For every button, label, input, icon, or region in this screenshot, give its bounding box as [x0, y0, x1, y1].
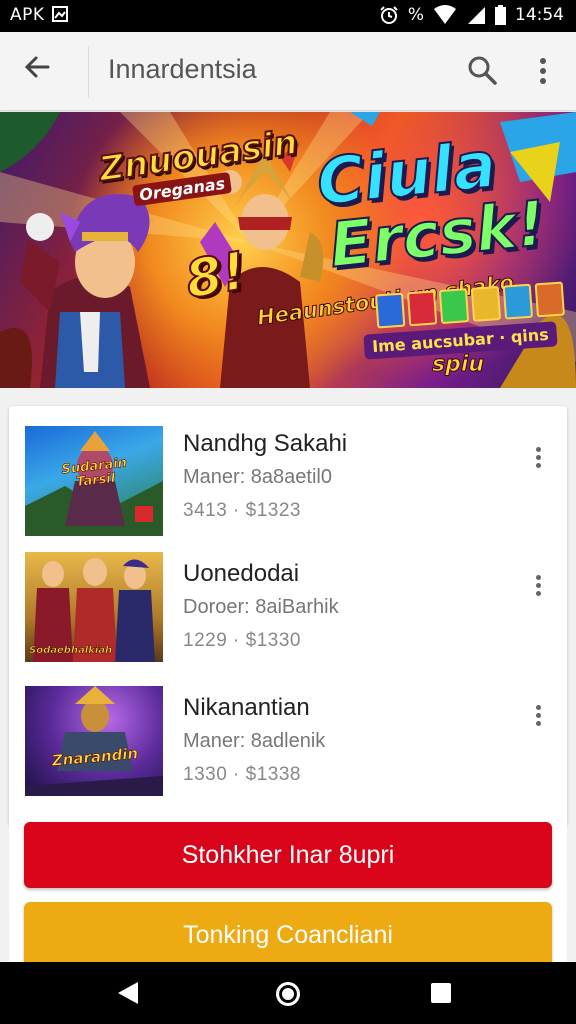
- nav-back-icon[interactable]: [118, 982, 138, 1004]
- status-percent: %: [407, 5, 424, 25]
- list-item[interactable]: Sodaebhalkiah Uonedodai Doroer: 8aiBarhi…: [9, 546, 567, 676]
- signal-icon: [468, 7, 485, 24]
- system-nav-bar: [0, 962, 576, 1024]
- list-item[interactable]: Sudarain Tarsil Nandhg Sakahi Maner: 8a8…: [9, 416, 567, 546]
- hero-left: [20, 194, 150, 388]
- primary-action-button[interactable]: Stohkher Inar 8upri: [24, 822, 552, 888]
- app-bar: Innardentsia: [0, 32, 576, 110]
- list-item[interactable]: Znarandin Nikanantian Maner: 8adlenik 13…: [9, 678, 567, 808]
- banner-tag-small: spiu: [431, 352, 485, 378]
- item-title: Uonedodai: [183, 560, 300, 587]
- nav-recents-icon[interactable]: [431, 983, 451, 1003]
- search-icon[interactable]: [466, 54, 500, 88]
- wifi-icon: [434, 5, 456, 24]
- banner-title: Ciula Ercsk!: [313, 127, 550, 282]
- alarm-icon: [380, 6, 398, 24]
- nav-home-icon[interactable]: [276, 982, 300, 1006]
- item-meta: 1229 · $1330: [183, 630, 301, 651]
- item-meta: 1330 · $1338: [183, 764, 301, 785]
- item-thumbnail: Sudarain Tarsil: [25, 426, 163, 536]
- banner-thumb: [534, 281, 565, 318]
- app-bar-divider: [88, 46, 89, 98]
- more-vert-icon[interactable]: [528, 54, 558, 88]
- status-right: % 14:54: [379, 5, 564, 25]
- banner-thumb: [438, 288, 470, 325]
- status-left: APK: [10, 5, 69, 25]
- search-glyph: [468, 56, 497, 85]
- banner-number: 8!: [180, 240, 251, 311]
- item-title: Nandhg Sakahi: [183, 430, 348, 457]
- image-icon: [52, 6, 69, 22]
- status-time: 14:54: [515, 5, 564, 25]
- more-vert-icon[interactable]: [527, 702, 549, 732]
- item-thumbnail: Sodaebhalkiah: [25, 552, 163, 662]
- more-vert-icon[interactable]: [527, 444, 549, 474]
- status-app-label: APK: [10, 5, 45, 25]
- page-title: Innardentsia: [108, 54, 257, 84]
- banner-thumb: [375, 292, 406, 329]
- item-title: Nikanantian: [183, 694, 310, 721]
- item-meta: 3413 · $1323: [183, 500, 301, 521]
- item-thumbnail: Znarandin: [25, 686, 163, 796]
- banner-thumb: [502, 283, 534, 320]
- promo-banner[interactable]: Znuouasin Oreganas Ciula Ercsk! 8! Heaun…: [0, 112, 576, 388]
- battery-icon: [495, 5, 506, 25]
- item-thumbnail-caption: Sodaebhalkiah: [29, 645, 113, 656]
- item-subtitle: Maner: 8adlenik: [183, 730, 326, 752]
- banner-thumb: [470, 285, 502, 322]
- more-vert-glyph: [540, 58, 546, 84]
- back-arrow-icon[interactable]: [20, 52, 54, 86]
- banner-thumb: [406, 290, 438, 327]
- item-subtitle: Maner: 8a8aetil0: [183, 466, 332, 488]
- item-list-card: Sudarain Tarsil Nandhg Sakahi Maner: 8a8…: [9, 406, 567, 826]
- status-bar: APK % 14:54: [0, 0, 576, 32]
- back-arrow-glyph: [24, 56, 50, 78]
- item-subtitle: Doroer: 8aiBarhik: [183, 596, 339, 618]
- item-thumbnail-art: [25, 686, 163, 796]
- secondary-action-button[interactable]: Tonking Coancliani: [24, 902, 552, 968]
- more-vert-icon[interactable]: [527, 572, 549, 602]
